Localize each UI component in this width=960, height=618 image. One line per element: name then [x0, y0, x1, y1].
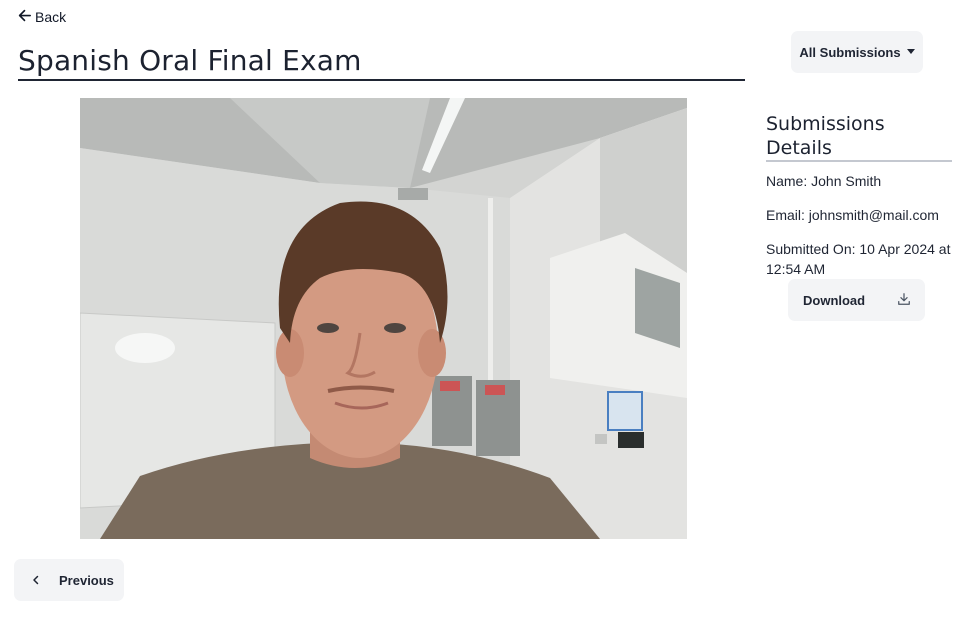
- submitted-on-line1: Submitted On: 10 Apr 2024 at: [766, 241, 951, 257]
- arrow-left-icon: [18, 9, 31, 25]
- submission-details-panel: Submissions Details Name: John Smith Ema…: [766, 112, 952, 279]
- download-button[interactable]: Download: [788, 279, 925, 321]
- student-email: Email: johnsmith@mail.com: [766, 207, 939, 223]
- page-title-container: Spanish Oral Final Exam: [18, 44, 745, 81]
- chevron-left-icon: [30, 574, 42, 586]
- student-name: Name: John Smith: [766, 173, 882, 189]
- download-label: Download: [803, 292, 866, 308]
- details-title-container: Submissions Details: [766, 112, 952, 162]
- page-title: Spanish Oral Final Exam: [18, 44, 362, 77]
- back-label: Back: [35, 9, 67, 25]
- previous-label: Previous: [59, 572, 114, 588]
- download-icon: [897, 292, 911, 309]
- submission-video-frame[interactable]: [80, 98, 687, 539]
- all-submissions-label: All Submissions: [799, 44, 901, 60]
- submitted-on: Submitted On: 10 Apr 2024 at 12:54 AM: [766, 239, 952, 279]
- back-link[interactable]: Back: [18, 9, 66, 25]
- details-title: Submissions Details: [766, 113, 885, 159]
- submitted-on-line2: 12:54 AM: [766, 261, 826, 277]
- caret-down-icon: [906, 48, 915, 54]
- previous-button[interactable]: Previous: [14, 559, 124, 601]
- all-submissions-dropdown[interactable]: All Submissions: [791, 31, 923, 73]
- submission-video-image: [80, 98, 687, 539]
